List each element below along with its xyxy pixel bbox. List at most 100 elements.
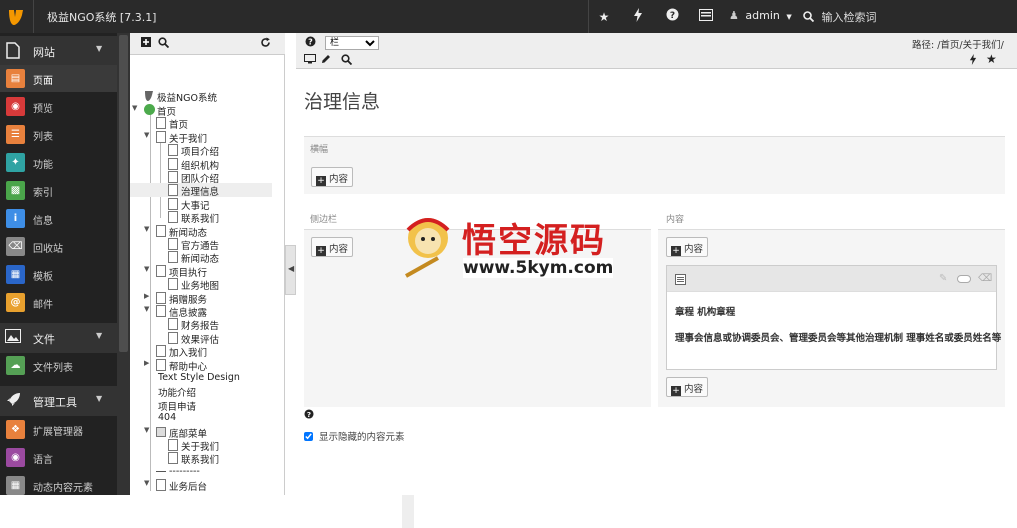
tree-root[interactable]: 极益NGO系统 <box>130 89 272 104</box>
tree-node[interactable]: ▼ 项目执行 <box>130 264 272 279</box>
chevron-down-icon[interactable]: ▼ <box>144 225 149 233</box>
view-mode-select[interactable]: 栏 <box>325 36 379 50</box>
page-icon[interactable] <box>168 251 178 264</box>
delete-trash-icon[interactable]: ⌫ <box>978 273 992 284</box>
chevron-down-icon[interactable]: ▼ <box>144 426 149 434</box>
module-item-template[interactable]: ▦ 模板 <box>0 261 117 288</box>
help-icon[interactable]: ? <box>304 409 314 422</box>
scrollbar-thumb[interactable] <box>119 35 128 352</box>
module-item-mail[interactable]: @ 邮件 <box>0 289 117 316</box>
tree-node[interactable]: ▼ 业务后台 <box>130 478 272 493</box>
module-menu-scrollbar[interactable] <box>117 33 130 495</box>
tree-node[interactable]: ▼ 信息披露 <box>130 304 272 319</box>
page-icon[interactable] <box>156 130 166 143</box>
add-content-button[interactable]: + 内容 <box>311 167 354 187</box>
module-item-index[interactable]: ▩ 索引 <box>0 177 117 204</box>
tree-node[interactable]: 404 <box>130 411 272 425</box>
tree-node[interactable]: 治理信息 <box>130 183 272 198</box>
module-item-page[interactable]: ▤ 页面 <box>0 65 117 92</box>
tree-node[interactable]: 团队介绍 <box>130 170 272 185</box>
page-icon[interactable] <box>156 264 166 277</box>
collapse-tree-handle[interactable]: ◀ <box>285 245 296 295</box>
tree-node[interactable]: 效果评估 <box>130 331 272 346</box>
page-icon[interactable] <box>168 318 178 331</box>
tree-node[interactable]: ▼ 首页 <box>130 103 272 118</box>
page-icon[interactable] <box>156 358 166 371</box>
module-item-extension-manager[interactable]: ❖ 扩展管理器 <box>0 416 117 443</box>
tree-node[interactable]: 项目介绍 <box>130 143 272 158</box>
tree-node[interactable]: ▼ 新闻动态 <box>130 224 272 239</box>
page-icon[interactable] <box>168 452 178 465</box>
tree-node[interactable]: 财务报告 <box>130 317 272 332</box>
refresh-icon[interactable] <box>260 37 271 51</box>
tree-node[interactable]: 业务地图 <box>130 277 272 292</box>
chevron-down-icon[interactable]: ▼ <box>144 305 149 313</box>
filter-search-icon[interactable] <box>158 37 170 51</box>
tree-node[interactable]: 大事记 <box>130 197 272 212</box>
module-group-tools[interactable]: 管理工具 ▼ <box>0 386 117 416</box>
page-icon[interactable] <box>156 224 166 237</box>
module-item-function[interactable]: ✦ 功能 <box>0 149 117 176</box>
page-icon[interactable] <box>168 157 178 170</box>
tree-node[interactable]: 联系我们 <box>130 210 272 225</box>
tree-node[interactable]: ▼ 关于我们 <box>130 130 272 145</box>
separator-icon[interactable] <box>156 466 166 478</box>
globe-icon[interactable] <box>144 104 155 115</box>
page-icon[interactable] <box>156 479 166 492</box>
edit-pencil-icon[interactable]: ✎ <box>939 273 947 284</box>
add-content-button[interactable]: + 内容 <box>666 377 709 397</box>
bolt-icon[interactable] <box>969 54 977 68</box>
folder-icon[interactable] <box>156 426 166 437</box>
page-icon[interactable] <box>156 345 166 358</box>
list-icon[interactable] <box>697 8 715 26</box>
chevron-right-icon[interactable]: ▶ <box>144 292 149 300</box>
page-icon[interactable] <box>168 331 178 344</box>
tree-node[interactable]: ▶ 帮助中心 <box>130 358 272 373</box>
edit-pencil-icon[interactable] <box>321 54 331 67</box>
page-icon[interactable] <box>156 291 166 304</box>
tree-node[interactable]: 组织机构 <box>130 157 272 172</box>
tree-node[interactable]: 功能介绍 <box>130 384 272 399</box>
page-icon[interactable] <box>156 117 166 130</box>
bolt-icon[interactable] <box>629 8 647 26</box>
user-menu[interactable]: ♟ admin ▼ <box>729 9 792 22</box>
module-item-recycler[interactable]: ⌫ 回收站 <box>0 233 117 260</box>
show-hidden-checkbox[interactable] <box>304 432 313 441</box>
toggle-visibility-icon[interactable] <box>957 275 971 283</box>
star-icon[interactable]: ★ <box>595 8 613 26</box>
add-content-button[interactable]: + 内容 <box>666 237 709 257</box>
page-icon[interactable] <box>168 278 178 291</box>
page-icon[interactable] <box>168 439 178 451</box>
module-group-web[interactable]: 网站 ▼ <box>0 36 117 66</box>
chevron-right-icon[interactable]: ▶ <box>144 359 149 367</box>
page-icon[interactable] <box>168 238 178 250</box>
module-item-dynamic-element[interactable]: ▦ 动态内容元素 <box>0 472 117 495</box>
page-icon[interactable] <box>156 305 166 317</box>
page-icon[interactable] <box>168 184 178 197</box>
module-group-file[interactable]: 文件 ▼ <box>0 323 117 353</box>
help-icon[interactable]: ? <box>663 8 681 26</box>
tree-node[interactable]: 关于我们 <box>130 438 272 453</box>
search-field[interactable]: 输入检索词 <box>803 9 877 25</box>
page-icon[interactable] <box>168 211 178 224</box>
module-item-filelist[interactable]: ☁ 文件列表 <box>0 352 117 379</box>
add-content-button[interactable]: + 内容 <box>311 237 354 257</box>
tree-node[interactable]: 官方通告 <box>130 237 272 252</box>
tree-node[interactable]: --------- <box>130 465 272 479</box>
tree-node[interactable]: 首页 <box>130 116 272 131</box>
show-hidden-option[interactable]: 显示隐藏的内容元素 <box>304 429 405 443</box>
view-page-icon[interactable] <box>304 54 316 67</box>
module-item-language[interactable]: ◉ 语言 <box>0 444 117 471</box>
tree-node[interactable]: 新闻动态 <box>130 250 272 265</box>
module-item-info[interactable]: i 信息 <box>0 205 117 232</box>
help-icon[interactable]: ? <box>305 36 316 50</box>
tree-node[interactable]: 加入我们 <box>130 344 272 359</box>
new-page-icon[interactable] <box>141 37 151 50</box>
tree-node[interactable]: Text Style Design <box>130 371 272 385</box>
star-icon[interactable]: ★ <box>986 52 997 66</box>
chevron-down-icon[interactable]: ▼ <box>144 131 149 139</box>
tree-node[interactable]: 联系我们 <box>130 451 272 466</box>
page-icon[interactable] <box>168 197 178 210</box>
tree-node[interactable]: ▼ 底部菜单 <box>130 425 272 440</box>
page-icon[interactable] <box>168 171 178 183</box>
